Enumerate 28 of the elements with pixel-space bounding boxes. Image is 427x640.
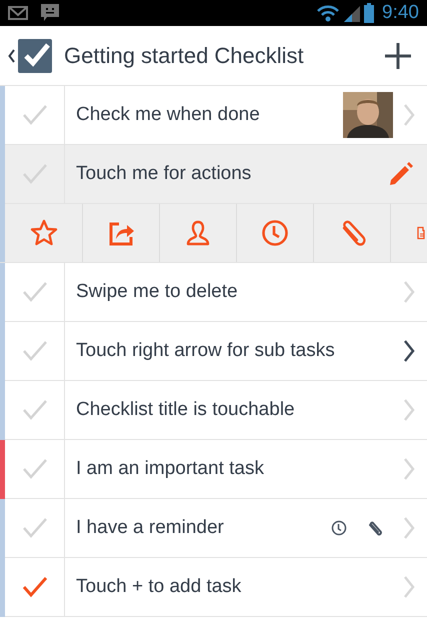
task-title: I am an important task [76, 458, 265, 480]
clock-time: 9:40 [382, 2, 419, 24]
task-row[interactable]: Touch + to add task [0, 558, 427, 617]
checkmark-icon[interactable] [22, 576, 48, 598]
task-title: Checklist title is touchable [76, 399, 296, 421]
task-title: Touch + to add task [76, 576, 242, 598]
back-button[interactable] [8, 38, 52, 72]
task-row[interactable]: Touch me for actions [0, 145, 427, 204]
chevron-icon[interactable] [403, 340, 415, 362]
task-title: Touch me for actions [76, 163, 252, 185]
back-icon [8, 48, 15, 62]
signal-icon [344, 4, 360, 22]
task-title: Touch right arrow for sub tasks [76, 340, 336, 362]
chat-icon [40, 3, 60, 23]
pencil-icon[interactable] [387, 160, 415, 188]
battery-icon [364, 3, 374, 23]
mail-icon [8, 6, 28, 20]
task-title: Swipe me to delete [76, 281, 239, 303]
checklist-title[interactable]: Getting started Checklist [64, 42, 385, 68]
add-icon[interactable] [385, 42, 411, 68]
task-row[interactable]: Touch right arrow for sub tasks [0, 322, 427, 381]
clock-icon [261, 219, 289, 247]
task-title: Check me when done [76, 104, 261, 126]
checklist-logo-icon [18, 38, 52, 72]
wifi-icon [316, 4, 340, 22]
person-icon [184, 219, 212, 247]
task-title: I have a reminder [76, 517, 225, 539]
star-icon [30, 219, 58, 247]
